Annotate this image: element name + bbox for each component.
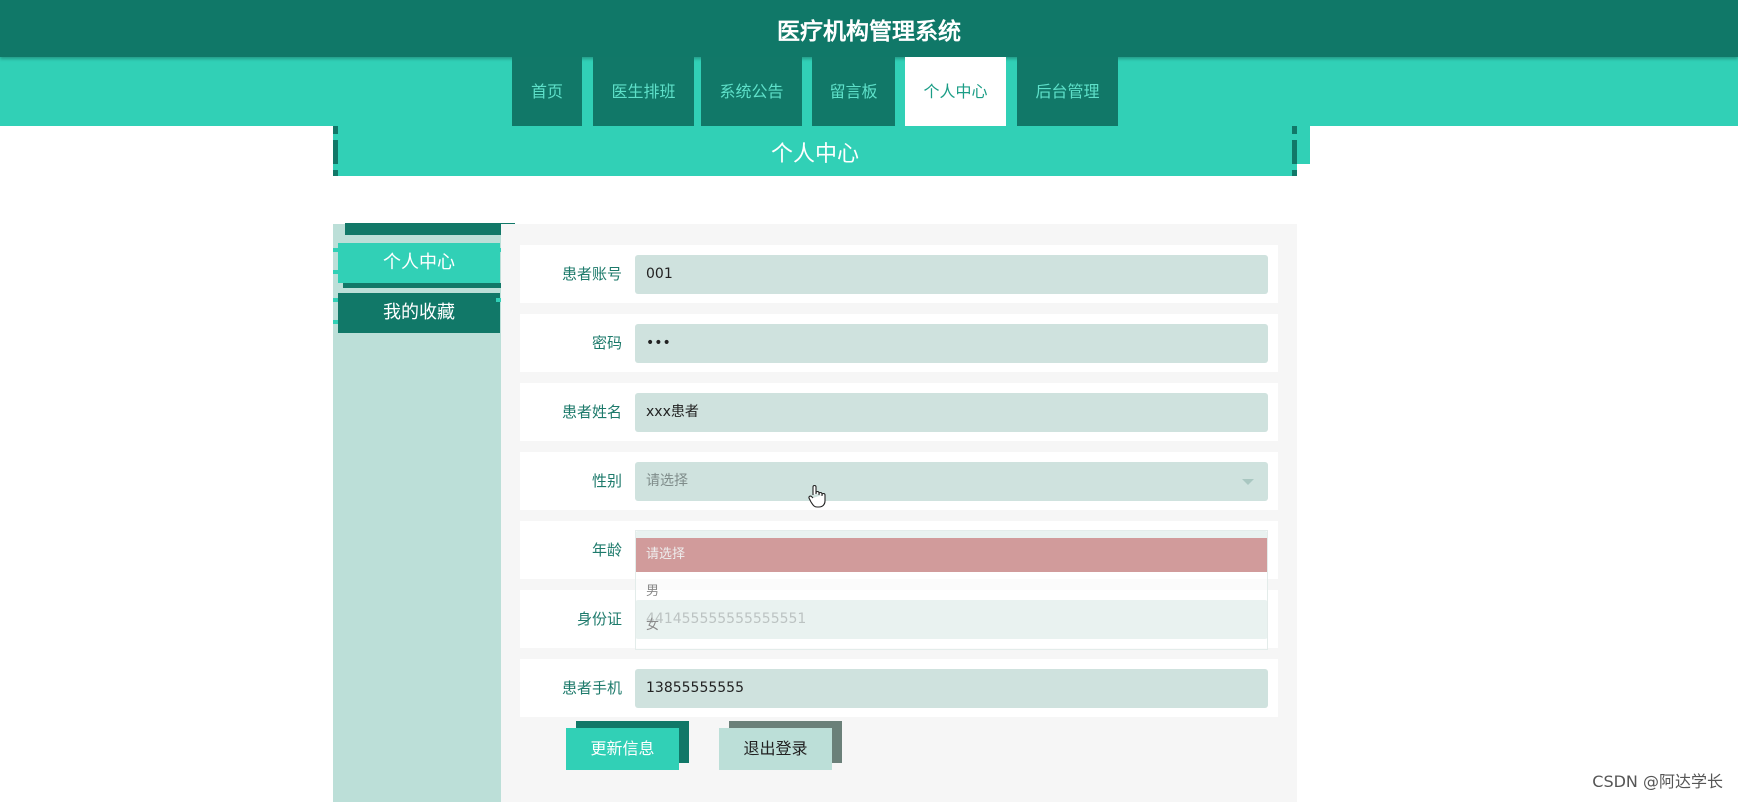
sidebar-top-accent: [333, 224, 343, 234]
phone-label: 患者手机: [561, 679, 622, 697]
nav-tab-admin[interactable]: 后台管理: [1017, 57, 1118, 126]
section-title-bar: 个人中心: [333, 126, 1297, 176]
site-title: 医疗机构管理系统: [777, 19, 961, 45]
watermark: CSDN @阿达学长: [1592, 772, 1723, 791]
form-row-password: 密码 •••: [520, 314, 1278, 372]
account-field[interactable]: 001: [635, 255, 1268, 294]
account-label: 患者账号: [561, 265, 622, 283]
form-row-name: 患者姓名 xxx患者: [520, 383, 1278, 441]
gender-dropdown: 请选择 男 女: [635, 530, 1268, 650]
name-label: 患者姓名: [561, 403, 622, 421]
nav-tab-doctor-schedule[interactable]: 医生排班: [593, 57, 694, 126]
dropdown-option-female[interactable]: 女: [636, 609, 1267, 643]
password-field[interactable]: •••: [635, 324, 1268, 363]
gender-select[interactable]: 请选择: [635, 462, 1268, 501]
sidebar-notch: [333, 298, 338, 302]
update-info-button[interactable]: 更新信息: [566, 728, 679, 770]
form-row-gender: 性别 请选择: [520, 452, 1278, 510]
nav-tab-announcements[interactable]: 系统公告: [701, 57, 802, 126]
form-row-phone: 患者手机 13855555555: [520, 659, 1278, 717]
gender-label: 性别: [591, 472, 622, 490]
sidebar-item-favorites[interactable]: 我的收藏: [338, 293, 500, 333]
sidebar-item-shadow: [343, 283, 501, 288]
section-title-accent: [1297, 126, 1310, 164]
age-label: 年龄: [591, 541, 622, 559]
nav-tab-home[interactable]: 首页: [512, 57, 582, 126]
nav-tab-personal-center[interactable]: 个人中心: [905, 57, 1006, 126]
id-card-label: 身份证: [576, 610, 622, 628]
dropdown-option-male[interactable]: 男: [636, 575, 1267, 609]
form-row-account: 患者账号 001: [520, 245, 1278, 303]
password-label: 密码: [591, 334, 622, 352]
logout-button[interactable]: 退出登录: [719, 728, 832, 770]
section-title: 个人中心: [770, 142, 859, 167]
sidebar-notch: [333, 270, 338, 274]
sidebar-notch: [333, 320, 338, 324]
hand-cursor-icon: [808, 485, 826, 508]
nav-tab-message-board[interactable]: 留言板: [812, 57, 895, 126]
sidebar-notch: [333, 248, 338, 252]
name-field[interactable]: xxx患者: [635, 393, 1268, 432]
chevron-down-icon: [1242, 479, 1254, 485]
sidebar-item-personal-center[interactable]: 个人中心: [338, 243, 500, 283]
dropdown-option-placeholder[interactable]: 请选择: [636, 538, 1267, 572]
top-header: 医疗机构管理系统: [0, 0, 1738, 57]
sidebar-top-bar: [345, 223, 515, 235]
phone-field[interactable]: 13855555555: [635, 669, 1268, 708]
gender-select-value: 请选择: [646, 473, 688, 489]
